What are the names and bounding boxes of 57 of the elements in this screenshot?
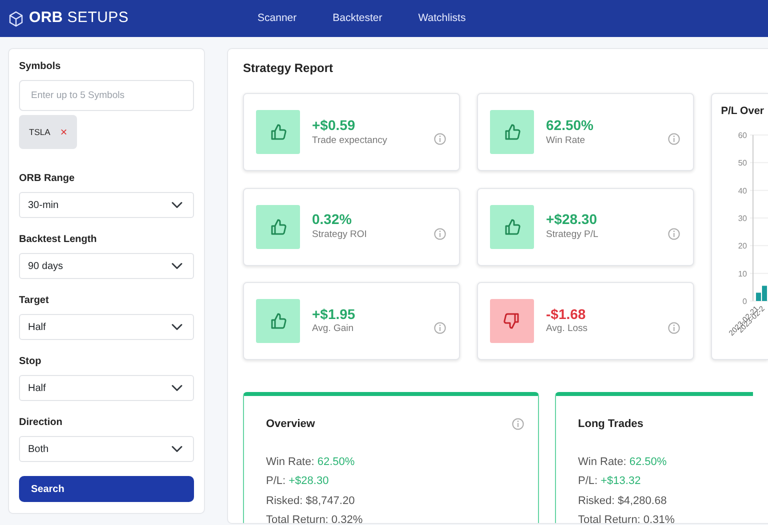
summary-line: Win Rate: 62.50% — [578, 454, 668, 470]
info-icon[interactable] — [668, 133, 680, 146]
dropdown-select[interactable]: 30-min — [19, 192, 194, 218]
dropdown-select[interactable]: Half — [19, 375, 194, 401]
summary-line: Risked: $8,747.20 — [266, 494, 356, 509]
summary-line: P/L: +$28.30 — [266, 474, 330, 490]
summary-line: Win Rate: 62.50% — [266, 454, 356, 470]
info-icon[interactable] — [434, 228, 446, 240]
search-button[interactable]: Search — [19, 476, 194, 502]
axis-tick-label: 20 — [738, 242, 747, 251]
dropdown-select[interactable]: Half — [19, 314, 194, 340]
dropdown-select[interactable]: Both — [19, 436, 194, 462]
info-icon[interactable] — [668, 322, 680, 334]
stat-value: +$28.30 — [546, 211, 598, 228]
field-label: Direction — [19, 416, 64, 430]
axis-tick-label: 60 — [738, 131, 747, 140]
summary-line: Risked: $4,280.68 — [578, 494, 668, 509]
stat-value: 0.32% — [312, 211, 353, 228]
field-label: Target — [19, 294, 50, 308]
remove-button[interactable]: × — [60, 123, 68, 141]
stat-value: -$1.68 — [546, 306, 587, 322]
stat-label: Trade expectancy — [312, 134, 388, 148]
dropdown-select[interactable]: 90 days — [19, 253, 194, 279]
stat-value: 62.50% — [546, 116, 594, 134]
axis-tick-label: 40 — [738, 186, 747, 196]
stat-label: Avg. Loss — [546, 322, 588, 336]
info-icon[interactable] — [434, 133, 446, 146]
axis-tick-label: 50 — [738, 158, 747, 168]
field-label: Backtest Length — [19, 233, 98, 247]
summary-line: P/L: +$13.32 — [578, 474, 642, 490]
brand-name: ORB SETUPS — [29, 8, 129, 28]
axis-tick-label: 10 — [738, 269, 747, 278]
report-title: Strategy Report — [243, 61, 334, 76]
chip-label: TSLA — [29, 126, 50, 138]
nav-link[interactable]: Backtester — [332, 10, 382, 26]
info-icon[interactable] — [512, 418, 524, 430]
field-label: Symbols — [19, 60, 62, 74]
cube-logo-icon — [8, 10, 24, 26]
axis-tick-label: 0 — [742, 297, 747, 306]
stat-label: Strategy ROI — [312, 228, 367, 242]
stat-value: +$0.59 — [312, 116, 356, 134]
nav-link[interactable]: Scanner — [258, 10, 297, 26]
info-icon[interactable] — [668, 228, 680, 240]
symbols-input[interactable]: Enter up to 5 Symbols — [19, 80, 194, 111]
chart-title: P/L Over — [721, 104, 765, 120]
info-icon[interactable] — [434, 322, 446, 334]
axis-tick-label: 30 — [738, 214, 747, 224]
field-label: Stop — [19, 355, 42, 369]
nav-link[interactable]: Watchlists — [418, 10, 466, 26]
stat-label: Win Rate — [546, 134, 586, 148]
thumbs-down-icon — [502, 311, 522, 332]
summary-title: Long Trades — [578, 417, 644, 432]
stat-label: Strategy P/L — [546, 228, 598, 242]
stat-label: Avg. Gain — [312, 322, 355, 336]
summary-title: Overview — [266, 417, 316, 432]
field-label: ORB Range — [19, 172, 76, 186]
stat-value: +$1.95 — [312, 306, 356, 322]
